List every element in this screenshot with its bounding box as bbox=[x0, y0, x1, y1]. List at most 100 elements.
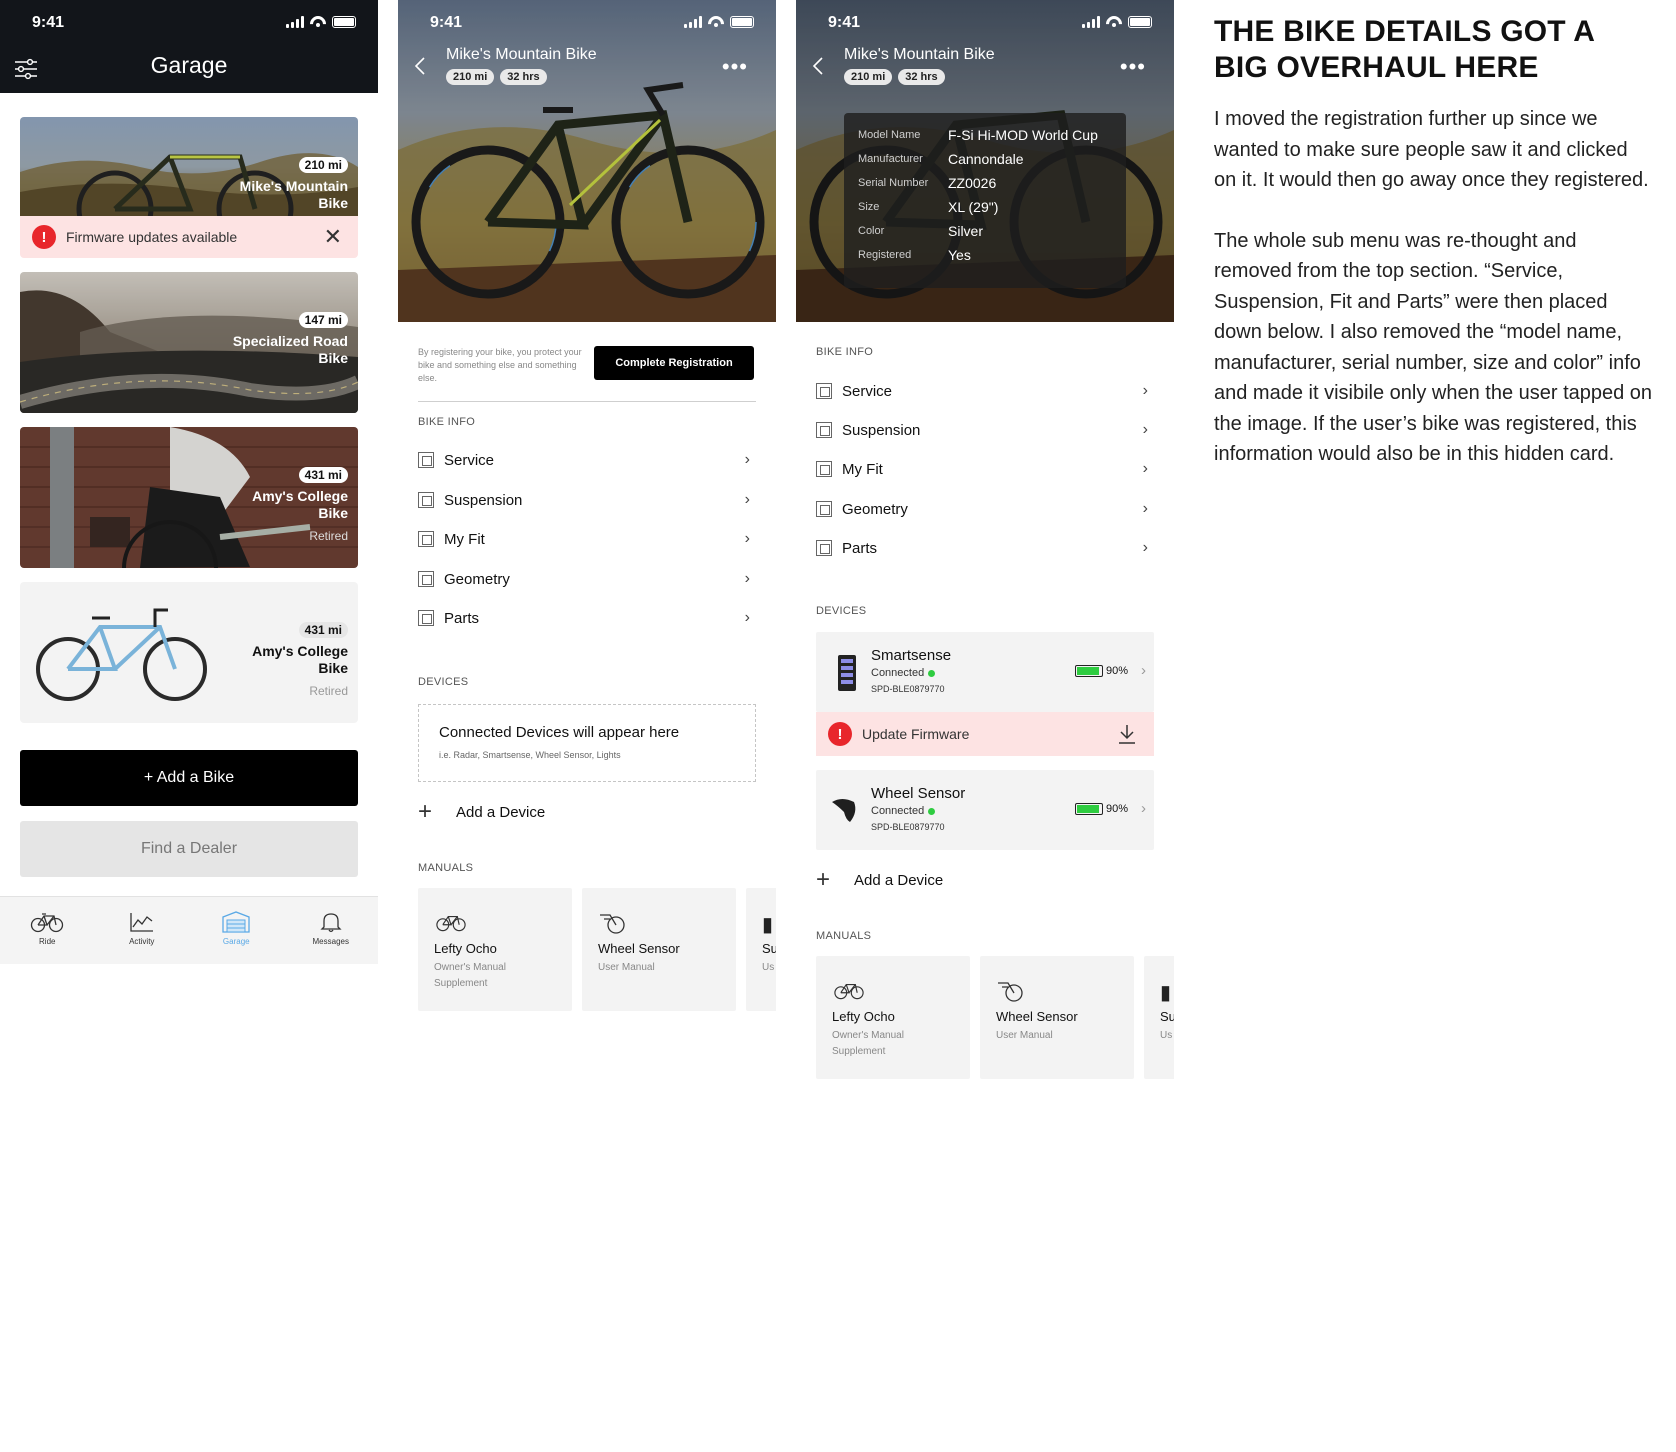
close-icon[interactable]: ✕ bbox=[324, 226, 342, 248]
menu-label: Parts bbox=[444, 609, 480, 627]
manual-card[interactable]: Lefty Ocho Owner's Manual Supplement bbox=[816, 956, 970, 1079]
manual-card[interactable]: ▮ Su Us bbox=[746, 888, 776, 1011]
annotation-heading: THE BIKE DETAILS GOT A BIG OVERHAUL HERE bbox=[1214, 15, 1594, 84]
bike-card-college-photo[interactable]: 431 mi Amy's College Bike Retired bbox=[20, 427, 358, 568]
battery-level-icon bbox=[1074, 665, 1103, 677]
manual-card[interactable]: Wheel Sensor User Manual bbox=[582, 888, 736, 1011]
chevron-right-icon: › bbox=[744, 570, 750, 587]
bike-card-college[interactable]: 431 mi Amy's College Bike Retired bbox=[20, 582, 358, 723]
back-arrow-icon[interactable] bbox=[414, 56, 426, 76]
status-bar: 9:41 bbox=[398, 0, 776, 44]
mileage-badge: 210 mi bbox=[298, 157, 348, 173]
more-options-icon[interactable]: ••• bbox=[1120, 56, 1146, 78]
parts-icon bbox=[418, 610, 434, 626]
geometry-icon bbox=[418, 571, 434, 587]
device-serial: SPD-BLE0879770 bbox=[871, 822, 945, 832]
menu-item-parts[interactable]: Parts › bbox=[816, 536, 1154, 560]
wifi-icon bbox=[310, 16, 326, 28]
battery-icon bbox=[1128, 16, 1152, 28]
bike-card-mountain[interactable]: 210 mi Mike's Mountain Bike bbox=[20, 117, 358, 216]
tab-label: Messages bbox=[312, 937, 349, 946]
manual-subtitle: Owner's Manual Supplement bbox=[434, 962, 506, 989]
device-name: Wheel Sensor bbox=[871, 785, 966, 802]
manual-icon: ▮ bbox=[762, 914, 774, 936]
bike-icon bbox=[434, 912, 468, 938]
empty-devices-box: Connected Devices will appear here i.e. … bbox=[418, 704, 756, 782]
menu-label: Geometry bbox=[444, 570, 510, 588]
tab-activity[interactable]: Activity bbox=[95, 897, 190, 964]
status-time: 9:41 bbox=[828, 14, 861, 31]
signal-icon bbox=[1082, 16, 1100, 28]
tab-ride[interactable]: Ride bbox=[0, 897, 95, 964]
device-card-wheel-sensor[interactable]: Wheel Sensor Connected SPD-BLE0879770 90… bbox=[816, 770, 1154, 850]
connected-dot bbox=[928, 669, 936, 677]
hours-chip: 32 hrs bbox=[500, 69, 547, 85]
bike-card-road[interactable]: 147 mi Specialized Road Bike bbox=[20, 272, 358, 413]
tab-label: Activity bbox=[129, 937, 155, 946]
signal-icon bbox=[286, 16, 304, 28]
manual-title: Lefty Ocho bbox=[832, 1009, 895, 1024]
design-annotation: THE BIKE DETAILS GOT A BIG OVERHAUL HERE… bbox=[1214, 14, 1654, 470]
more-options-icon[interactable]: ••• bbox=[722, 56, 748, 78]
devices-header: DEVICES bbox=[816, 605, 867, 617]
plus-icon: + bbox=[418, 798, 433, 825]
bike-hero-image[interactable]: Mike's Mountain Bike 210 mi 32 hrs ••• bbox=[398, 0, 776, 322]
add-device-button[interactable]: + Add a Device bbox=[816, 868, 943, 892]
device-name: Smartsense bbox=[871, 647, 952, 664]
mileage-badge: 147 mi bbox=[298, 312, 348, 328]
back-arrow-icon[interactable] bbox=[812, 56, 824, 76]
menu-label: My Fit bbox=[444, 530, 485, 548]
bell-icon bbox=[320, 913, 342, 933]
menu-item-my-fit[interactable]: My Fit › bbox=[418, 527, 756, 551]
info-row-manufacturer: Manufacturer Cannondale bbox=[858, 151, 1024, 167]
bike-detail-info-screen: Mike's Mountain Bike 210 mi 32 hrs ••• M… bbox=[796, 0, 1174, 1452]
manual-card[interactable]: ▮ Su Us bbox=[1144, 956, 1174, 1079]
menu-item-geometry[interactable]: Geometry › bbox=[816, 497, 1154, 521]
chevron-right-icon: › bbox=[1142, 421, 1148, 438]
find-dealer-button[interactable]: Find a Dealer bbox=[20, 821, 358, 877]
empty-devices-title: Connected Devices will appear here bbox=[439, 724, 680, 741]
chevron-right-icon: › bbox=[1142, 539, 1148, 556]
update-firmware-banner[interactable]: ! Update Firmware bbox=[816, 712, 1154, 756]
activity-chart-icon bbox=[130, 913, 153, 932]
manual-title: Su bbox=[1160, 1009, 1174, 1024]
page-title: Garage bbox=[150, 52, 228, 78]
bike-info-card[interactable]: Model Name F-Si Hi-MOD World Cup Manufact… bbox=[844, 113, 1126, 288]
menu-item-service[interactable]: Service › bbox=[816, 379, 1154, 403]
bike-info-header: BIKE INFO bbox=[816, 346, 874, 358]
geometry-icon bbox=[816, 501, 832, 517]
manual-subtitle: Us bbox=[1160, 1030, 1173, 1041]
menu-item-service[interactable]: Service › bbox=[418, 448, 756, 472]
annotation-paragraph: I moved the registration further up sinc… bbox=[1214, 108, 1649, 191]
manual-card[interactable]: Wheel Sensor User Manual bbox=[980, 956, 1134, 1079]
bike-icon bbox=[31, 913, 64, 933]
add-bike-button[interactable]: + Add a Bike bbox=[20, 750, 358, 806]
manual-title: Lefty Ocho bbox=[434, 941, 497, 956]
complete-registration-button[interactable]: Complete Registration bbox=[594, 346, 754, 380]
firmware-alert[interactable]: ! Firmware updates available ✕ bbox=[20, 216, 358, 258]
chevron-right-icon: › bbox=[1141, 662, 1146, 679]
bike-hero-image[interactable]: Mike's Mountain Bike 210 mi 32 hrs ••• M… bbox=[796, 0, 1174, 322]
wheel-sensor-device-icon bbox=[832, 799, 856, 822]
tab-label: Ride bbox=[39, 937, 56, 946]
manuals-header: MANUALS bbox=[418, 862, 474, 874]
menu-label: Parts bbox=[842, 539, 878, 557]
download-icon[interactable] bbox=[1118, 724, 1136, 744]
manual-card[interactable]: Lefty Ocho Owner's Manual Supplement bbox=[418, 888, 572, 1011]
menu-item-suspension[interactable]: Suspension › bbox=[418, 488, 756, 512]
tab-garage[interactable]: Garage bbox=[189, 897, 284, 964]
device-card-smartsense[interactable]: Smartsense Connected SPD-BLE0879770 90% … bbox=[816, 632, 1154, 712]
menu-item-my-fit[interactable]: My Fit › bbox=[816, 457, 1154, 481]
chevron-right-icon: › bbox=[744, 451, 750, 468]
menu-item-geometry[interactable]: Geometry › bbox=[418, 567, 756, 591]
info-row-registered: Registered Yes bbox=[858, 247, 971, 263]
menu-item-suspension[interactable]: Suspension › bbox=[816, 418, 1154, 442]
chevron-right-icon: › bbox=[744, 491, 750, 508]
menu-item-parts[interactable]: Parts › bbox=[418, 606, 756, 630]
tab-messages[interactable]: Messages bbox=[284, 897, 379, 964]
add-device-button[interactable]: + Add a Device bbox=[418, 798, 545, 825]
fit-icon bbox=[418, 531, 434, 547]
manual-subtitle: User Manual bbox=[598, 962, 655, 973]
garage-screen: Garage 9:41 210 mi Mike's MountainBike bbox=[0, 0, 378, 1452]
chevron-right-icon: › bbox=[1142, 460, 1148, 477]
